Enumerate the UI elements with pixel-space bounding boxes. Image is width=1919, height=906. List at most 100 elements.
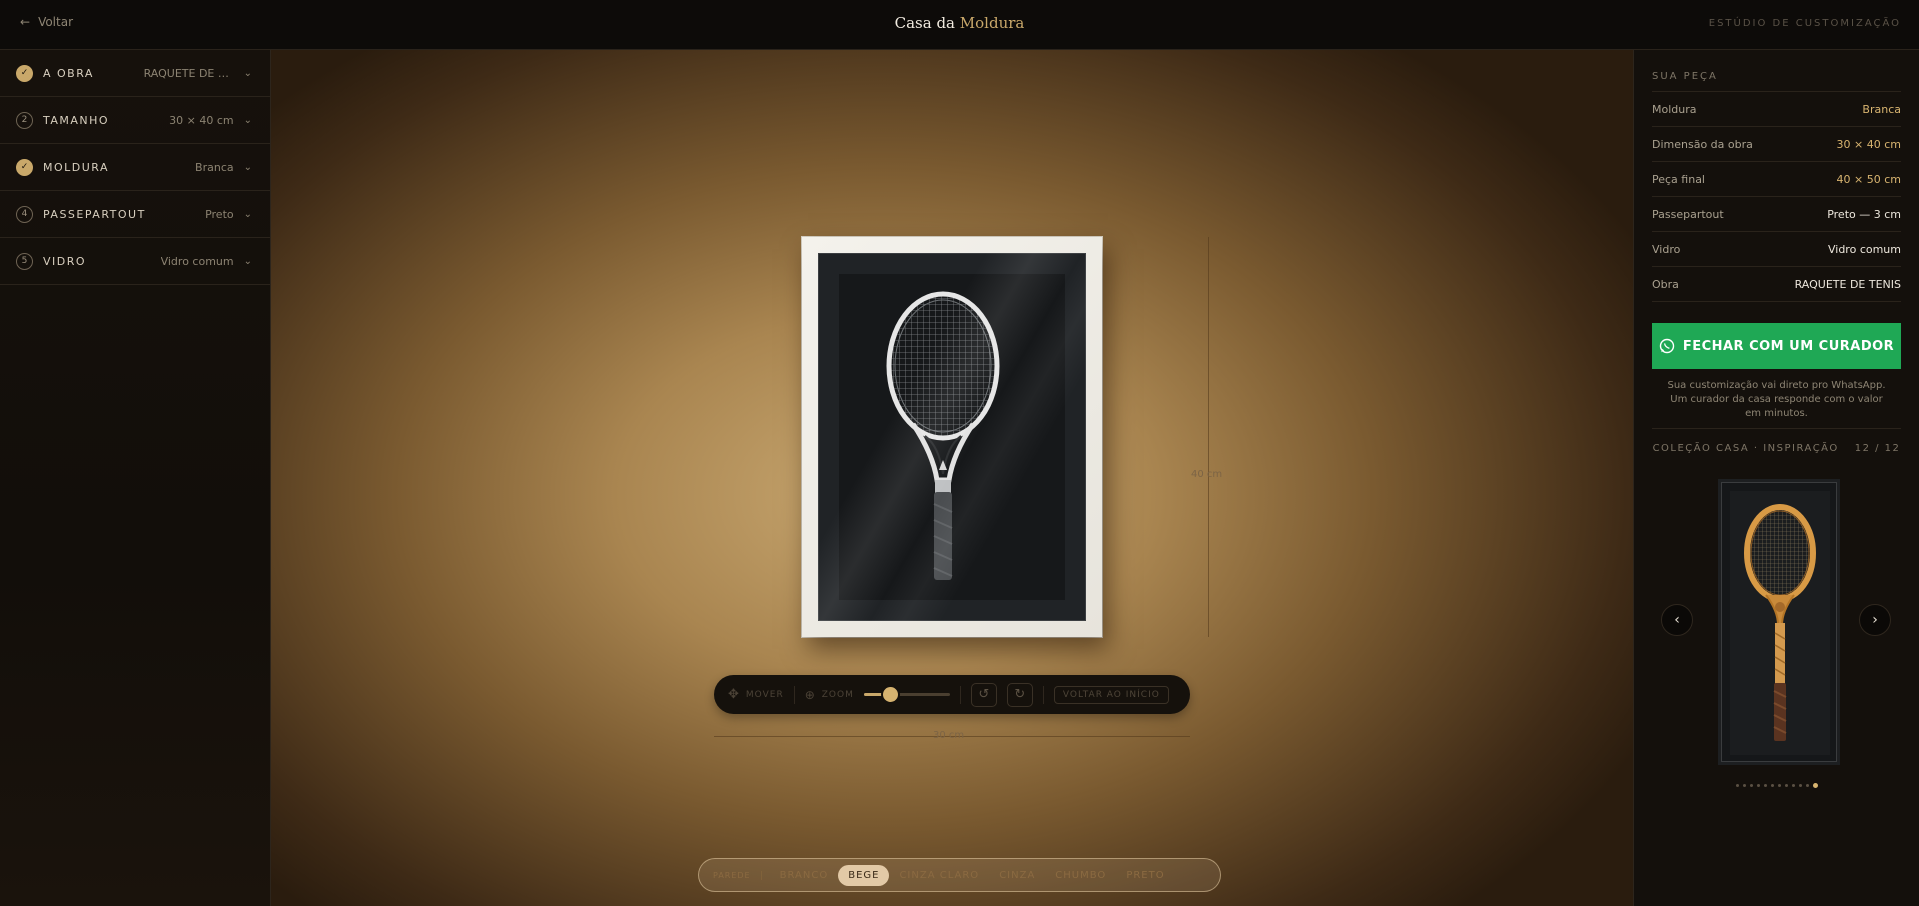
collection-carousel: ‹ › <box>1652 482 1901 762</box>
chevron-down-icon: ⌄ <box>243 255 252 267</box>
height-dimension-line <box>1208 237 1209 637</box>
carousel-dot[interactable] <box>1805 784 1809 787</box>
rotate-right-icon: ↻ <box>1014 687 1026 702</box>
carousel-dot[interactable] <box>1784 784 1788 787</box>
passepartout <box>818 253 1086 621</box>
collection-header: COLEÇÃO CASA · INSPIRAÇÃO 12 / 12 <box>1652 443 1901 454</box>
artwork-tennis-racket <box>839 274 1065 600</box>
wall-color-option[interactable]: BEGE <box>838 864 890 886</box>
carousel-dot[interactable] <box>1770 784 1774 787</box>
check-icon: ✓ <box>16 158 33 176</box>
step-title: PASSEPARTOUT <box>43 207 146 221</box>
move-label: MOVER <box>745 689 784 700</box>
summary-panel: SUA PEÇA Moldura Branca Dimensão da obra 30… <box>1633 50 1919 906</box>
chevron-down-icon: ⌄ <box>243 208 252 220</box>
carousel-dot[interactable] <box>1749 784 1753 787</box>
step-moldura[interactable]: ✓ MOLDURA Branca ⌄ <box>0 144 270 191</box>
reset-view-button[interactable]: VOLTAR AO INÍCIO <box>1053 685 1169 704</box>
carousel-dot[interactable] <box>1812 783 1818 788</box>
summary-row: Moldura Branca <box>1652 92 1901 127</box>
summary-key: Passepartout <box>1652 207 1724 221</box>
wall-color-option[interactable]: BRANCO <box>770 865 839 886</box>
whatsapp-icon <box>1659 338 1675 354</box>
width-dimension-label: 30 cm <box>933 730 965 741</box>
carousel-dot[interactable] <box>1756 784 1760 787</box>
canvas-toolbar: ✥ MOVER ⊕ ZOOM ↺ ↻ VOLTAR AO INÍCIO <box>714 675 1190 714</box>
carousel-dot[interactable] <box>1763 784 1767 787</box>
step-title: MOLDURA <box>43 160 110 174</box>
height-dimension-label: 40 cm <box>1191 469 1223 480</box>
brand-accent: Moldura <box>959 14 1025 32</box>
summary-key: Vidro <box>1652 242 1681 256</box>
collection-title: COLEÇÃO CASA · INSPIRAÇÃO <box>1652 443 1839 454</box>
summary-value: RAQUETE DE TENIS <box>1794 277 1901 291</box>
step-number: 4 <box>16 205 33 223</box>
move-tool[interactable]: ✥ MOVER <box>728 687 784 702</box>
summary-key: Dimensão da obra <box>1652 137 1753 151</box>
collection-item-image[interactable] <box>1721 482 1837 762</box>
step-title: TAMANHO <box>43 113 110 127</box>
carousel-dot[interactable] <box>1742 784 1746 787</box>
step-title: A OBRA <box>43 66 94 80</box>
summary-value: 30 × 40 cm <box>1836 137 1901 151</box>
carousel-dot[interactable] <box>1735 784 1739 787</box>
zoom-slider[interactable] <box>863 687 950 702</box>
step-value: Preto <box>205 207 234 221</box>
summary-value: Branca <box>1862 102 1901 116</box>
wall-color-selector: PAREDE BRANCO BEGE CINZA CLARO CINZA CHUMBO P… <box>698 858 1221 892</box>
carousel-pagination <box>1652 783 1901 788</box>
step-passepartout[interactable]: 4 PASSEPARTOUT Preto ⌄ <box>0 191 270 238</box>
collection-counter: 12 / 12 <box>1854 443 1901 454</box>
step-number: 2 <box>16 111 33 129</box>
step-vidro[interactable]: 5 VIDRO Vidro comum ⌄ <box>0 238 270 285</box>
summary-list: Moldura Branca Dimensão da obra 30 × 40 cm P… <box>1652 92 1901 302</box>
brand-primary: Casa da <box>894 14 955 32</box>
summary-row: Dimensão da obra 30 × 40 cm <box>1652 127 1901 162</box>
chevron-down-icon: ⌄ <box>243 161 252 173</box>
zoom-label: ZOOM <box>821 689 854 700</box>
carousel-dot[interactable] <box>1791 784 1795 787</box>
preview-stage: 40 cm ✥ MOVER ⊕ ZOOM ↺ ↻ VOLTAR AO INÍCI… <box>271 50 1633 906</box>
steps-sidebar: ✓ A OBRA RAQUETE DE TE... ⌄ 2 TAMANHO 30 × 40 … <box>0 50 271 906</box>
rotate-left-button[interactable]: ↺ <box>970 682 997 707</box>
frame-preview[interactable] <box>802 237 1102 637</box>
wooden-racket-icon <box>1730 491 1830 755</box>
summary-row: Obra RAQUETE DE TENIS <box>1652 267 1901 302</box>
summary-title: SUA PEÇA <box>1652 71 1901 92</box>
zoom-slider-handle[interactable] <box>882 687 898 702</box>
rotate-left-icon: ↺ <box>978 687 990 702</box>
summary-value: Preto — 3 cm <box>1827 207 1901 221</box>
wall-color-option[interactable]: CINZA CLARO <box>889 865 989 886</box>
carousel-next-button[interactable]: › <box>1859 604 1891 636</box>
wall-color-option[interactable]: CHUMBO <box>1045 865 1116 886</box>
carousel-dot[interactable] <box>1777 784 1781 787</box>
carousel-dot[interactable] <box>1798 784 1802 787</box>
toolbar-divider <box>793 685 795 704</box>
step-number: 5 <box>16 252 33 270</box>
wall-color-label: PAREDE <box>713 870 762 880</box>
chevron-down-icon: ⌄ <box>243 114 252 126</box>
step-value: 30 × 40 cm <box>169 113 234 127</box>
zoom-icon: ⊕ <box>804 687 816 702</box>
step-value: Branca <box>195 160 234 174</box>
wall-color-option[interactable]: CINZA <box>989 865 1045 886</box>
step-a-obra[interactable]: ✓ A OBRA RAQUETE DE TE... ⌄ <box>0 50 270 97</box>
top-bar: ← Voltar Casa da Moldura ESTÚDIO DE CUST… <box>0 0 1919 50</box>
toolbar-divider <box>1042 685 1044 704</box>
summary-row: Passepartout Preto — 3 cm <box>1652 197 1901 232</box>
whatsapp-curator-button[interactable]: FECHAR COM UM CURADOR <box>1652 323 1901 369</box>
summary-key: Obra <box>1652 277 1679 291</box>
summary-row: Vidro Vidro comum <box>1652 232 1901 267</box>
step-value: RAQUETE DE TE... <box>143 66 234 80</box>
wall-color-option[interactable]: PRETO <box>1116 865 1174 886</box>
summary-key: Peça final <box>1652 172 1705 186</box>
rotate-right-button[interactable]: ↻ <box>1006 682 1033 707</box>
step-tamanho[interactable]: 2 TAMANHO 30 × 40 cm ⌄ <box>0 97 270 144</box>
chevron-right-icon: › <box>1872 612 1878 628</box>
toolbar-divider <box>959 685 961 704</box>
whatsapp-button-label: FECHAR COM UM CURADOR <box>1682 338 1895 354</box>
tennis-racket-icon <box>886 291 1000 580</box>
step-title: VIDRO <box>43 254 87 268</box>
check-icon: ✓ <box>16 64 33 82</box>
carousel-prev-button[interactable]: ‹ <box>1661 604 1693 636</box>
